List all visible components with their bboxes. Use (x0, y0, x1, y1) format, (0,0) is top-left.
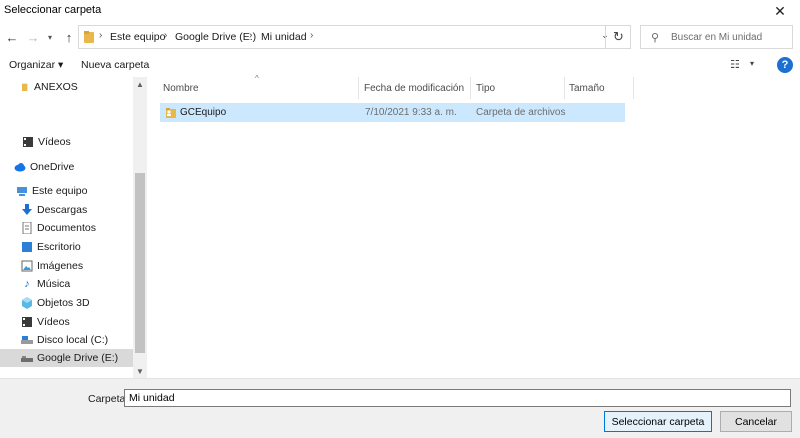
breadcrumb-mi-unidad[interactable]: Mi unidad (261, 31, 307, 43)
sidebar-item-label: Google Drive (E:) (37, 352, 119, 364)
up-arrow-icon[interactable]: ↑ (60, 28, 78, 46)
sidebar-item-label: Disco local (C:) (37, 334, 109, 346)
view-options-icon[interactable]: ☷ (730, 58, 740, 71)
refresh-icon[interactable]: ↻ (605, 25, 631, 49)
breadcrumb-separator-icon[interactable]: › (164, 30, 167, 41)
table-row[interactable]: GCEquipo 7/10/2021 9:33 a. m. Carpeta de… (160, 103, 625, 122)
cloud-icon (14, 163, 26, 172)
title-bar: Seleccionar carpeta ✕ (0, 0, 800, 22)
sort-ascending-icon: ^ (255, 74, 259, 83)
computer-icon (17, 187, 27, 196)
folder-name-field[interactable] (124, 389, 791, 407)
sidebar-item-label: Imágenes (37, 260, 84, 272)
sidebar-item-label: Documentos (37, 222, 96, 234)
breadcrumb-separator-icon[interactable]: › (310, 30, 313, 41)
column-header-date[interactable]: Fecha de modificación (349, 77, 471, 99)
picture-icon (21, 260, 33, 272)
scroll-up-chevron-icon[interactable]: ▲ (133, 77, 146, 91)
new-folder-button[interactable]: Nueva carpeta (81, 59, 149, 71)
sidebar-item-descargas[interactable]: Descargas (0, 201, 133, 219)
navigation-pane: ANEXOS Vídeos OneDrive Este equipo Desca… (0, 77, 147, 378)
document-icon (22, 222, 32, 234)
row-type: Carpeta de archivos (476, 107, 566, 118)
video-icon (22, 317, 32, 327)
sidebar-item-google-drive[interactable]: Google Drive (E:) (0, 349, 133, 367)
sidebar-item-label: Vídeos (38, 136, 71, 148)
column-header-name[interactable]: ^ Nombre (148, 74, 359, 99)
organize-menu-button[interactable]: Organizar ▾ (9, 59, 63, 71)
command-bar: Organizar ▾ Nueva carpeta ☷ ▾ ? (0, 54, 800, 77)
sidebar-item-documentos[interactable]: Documentos (0, 219, 133, 237)
forward-arrow-icon[interactable]: → (24, 28, 42, 46)
sidebar-item-label: Vídeos (37, 316, 70, 328)
sidebar-scrollbar[interactable]: ▲ ▼ (133, 77, 146, 378)
music-icon: ♪ (24, 278, 30, 290)
sidebar-item-escritorio[interactable]: Escritorio (0, 238, 133, 256)
sidebar-item-label: Este equipo (32, 185, 88, 197)
folder-shared-icon (166, 108, 176, 118)
sidebar-item-disco-local[interactable]: Disco local (C:) (0, 331, 133, 349)
sidebar-item-label: Escritorio (37, 241, 81, 253)
sidebar-item-label: OneDrive (30, 161, 75, 173)
help-icon[interactable]: ? (777, 57, 793, 73)
window-title: Seleccionar carpeta (4, 4, 102, 16)
breadcrumb-google-drive[interactable]: Google Drive (E:) (175, 31, 256, 43)
dialog-footer: Carpeta: Seleccionar carpeta Cancelar (0, 378, 800, 438)
folder-icon (84, 31, 94, 43)
address-bar[interactable]: › Este equipo › Google Drive (E:) › Mi u… (78, 25, 631, 49)
sidebar-item-label: Música (37, 278, 71, 290)
row-name: GCEquipo (180, 107, 227, 118)
sidebar-item-videos[interactable]: Vídeos (0, 133, 133, 151)
scrollbar-thumb[interactable] (135, 173, 145, 353)
row-date: 7/10/2021 9:33 a. m. (365, 107, 457, 118)
sidebar-item-objetos-3d[interactable]: Objetos 3D (0, 294, 133, 312)
close-icon[interactable]: ✕ (760, 0, 800, 22)
search-icon: ⚲ (651, 32, 660, 44)
sidebar-item-musica[interactable]: ♪ Música (0, 275, 133, 293)
folder-field-label: Carpeta: (88, 393, 129, 405)
column-header-size[interactable]: Tamaño (554, 77, 634, 99)
view-dropdown-chevron-icon[interactable]: ▾ (750, 59, 754, 68)
breadcrumb-separator-icon[interactable]: › (249, 30, 252, 41)
video-icon (23, 137, 33, 147)
address-row: ← → ▾ ↑ › Este equipo › Google Drive (E:… (0, 22, 800, 52)
sidebar-item-label: Descargas (37, 204, 88, 216)
cancel-button[interactable]: Cancelar (720, 411, 792, 432)
search-input[interactable]: ⚲ Buscar en Mi unidad (640, 25, 793, 49)
file-list: ^ Nombre Fecha de modificación Tipo Tama… (148, 74, 800, 378)
back-arrow-icon[interactable]: ← (3, 28, 21, 46)
select-folder-button[interactable]: Seleccionar carpeta (604, 411, 712, 432)
column-header-type[interactable]: Tipo (461, 77, 565, 99)
breadcrumb-separator-icon[interactable]: › (99, 30, 102, 41)
folder-icon (22, 83, 28, 91)
desktop-icon (22, 242, 32, 252)
search-placeholder: Buscar en Mi unidad (671, 32, 763, 43)
sidebar-item-label: ANEXOS (34, 81, 78, 93)
drive-icon (21, 356, 33, 362)
sidebar-item-anexos[interactable]: ANEXOS (0, 78, 133, 96)
recent-locations-chevron-icon[interactable]: ▾ (45, 28, 55, 46)
download-icon (22, 204, 32, 215)
sidebar-item-videos-2[interactable]: Vídeos (0, 313, 133, 331)
sidebar-item-label: Objetos 3D (37, 297, 90, 309)
sidebar-item-onedrive[interactable]: OneDrive (0, 158, 133, 176)
drive-icon (21, 336, 33, 344)
sidebar-item-este-equipo[interactable]: Este equipo (0, 182, 133, 200)
breadcrumb-este-equipo[interactable]: Este equipo (110, 31, 165, 43)
sidebar-item-imagenes[interactable]: Imágenes (0, 257, 133, 275)
scroll-down-chevron-icon[interactable]: ▼ (133, 364, 146, 378)
cube-icon (22, 297, 32, 309)
